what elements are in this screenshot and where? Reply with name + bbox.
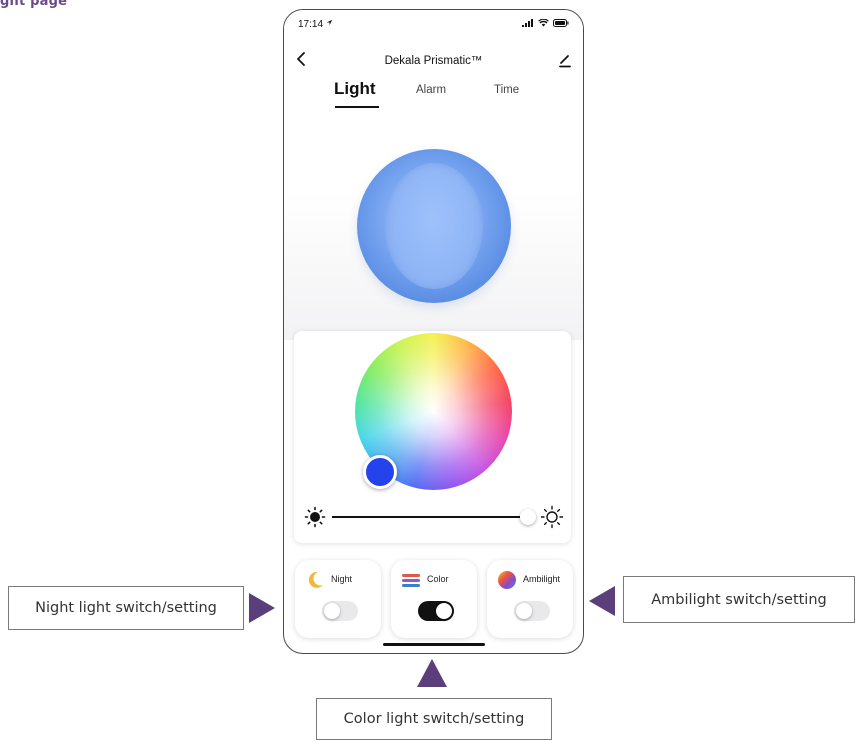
night-mode-card[interactable]: Night <box>295 560 381 638</box>
color-callout-box: Color light switch/setting <box>316 698 552 740</box>
color-mode-label: Color <box>427 574 449 584</box>
status-time-text: 17:14 <box>298 19 324 30</box>
night-toggle[interactable] <box>322 601 358 621</box>
device-title: Dekala Prismatic™ <box>384 55 483 67</box>
page-heading: ght page <box>0 0 68 9</box>
color-toggle[interactable] <box>418 601 454 621</box>
color-callout-text: Color light switch/setting <box>343 711 525 727</box>
wifi-icon <box>538 19 549 27</box>
color-mode-card[interactable]: Color <box>391 560 477 638</box>
light-preview-sphere <box>357 149 511 303</box>
ambilight-mode-label: Ambilight <box>523 574 561 584</box>
status-time: 17:14 <box>298 19 333 30</box>
arrow-up-icon <box>417 659 447 687</box>
color-picker-handle[interactable] <box>363 455 397 489</box>
toggle-knob <box>324 603 340 619</box>
arrow-left-icon <box>589 586 615 616</box>
arrow-right-icon <box>249 593 275 623</box>
home-indicator <box>383 643 485 646</box>
sun-bright-icon <box>540 505 564 529</box>
night-mode-label: Night <box>331 574 353 584</box>
tab-light[interactable]: Light <box>334 79 376 99</box>
tab-time[interactable]: Time <box>494 84 519 96</box>
sphere-highlight <box>385 163 483 289</box>
night-callout-text: Night light switch/setting <box>35 600 217 616</box>
tab-bar: Light Alarm Time <box>284 79 583 112</box>
moon-icon <box>308 571 323 588</box>
phone-screen: 17:14 Dekala Prismatic™ Light Alarm Time <box>283 9 584 654</box>
pencil-icon <box>559 55 571 68</box>
toggle-knob <box>516 603 532 619</box>
ambilight-callout-text: Ambilight switch/setting <box>651 591 827 608</box>
color-picker-card <box>294 331 571 543</box>
active-tab-underline <box>335 106 379 108</box>
ambilight-callout-box: Ambilight switch/setting <box>623 576 855 623</box>
tab-alarm[interactable]: Alarm <box>416 84 446 96</box>
ambilight-mode-card[interactable]: Ambilight <box>487 560 573 638</box>
night-callout-box: Night light switch/setting <box>8 586 244 630</box>
signal-icon <box>522 19 533 27</box>
status-icons <box>522 19 569 27</box>
color-bars-icon <box>402 574 420 587</box>
ambilight-toggle[interactable] <box>514 601 550 621</box>
toggle-knob <box>436 603 452 619</box>
edit-button[interactable] <box>555 50 575 70</box>
brightness-slider <box>304 505 564 529</box>
location-arrow-icon <box>326 19 333 26</box>
sun-dim-icon <box>304 506 326 528</box>
brightness-thumb[interactable] <box>520 509 536 525</box>
battery-icon <box>553 19 569 27</box>
ambilight-icon <box>498 571 516 589</box>
brightness-track[interactable] <box>332 516 520 518</box>
